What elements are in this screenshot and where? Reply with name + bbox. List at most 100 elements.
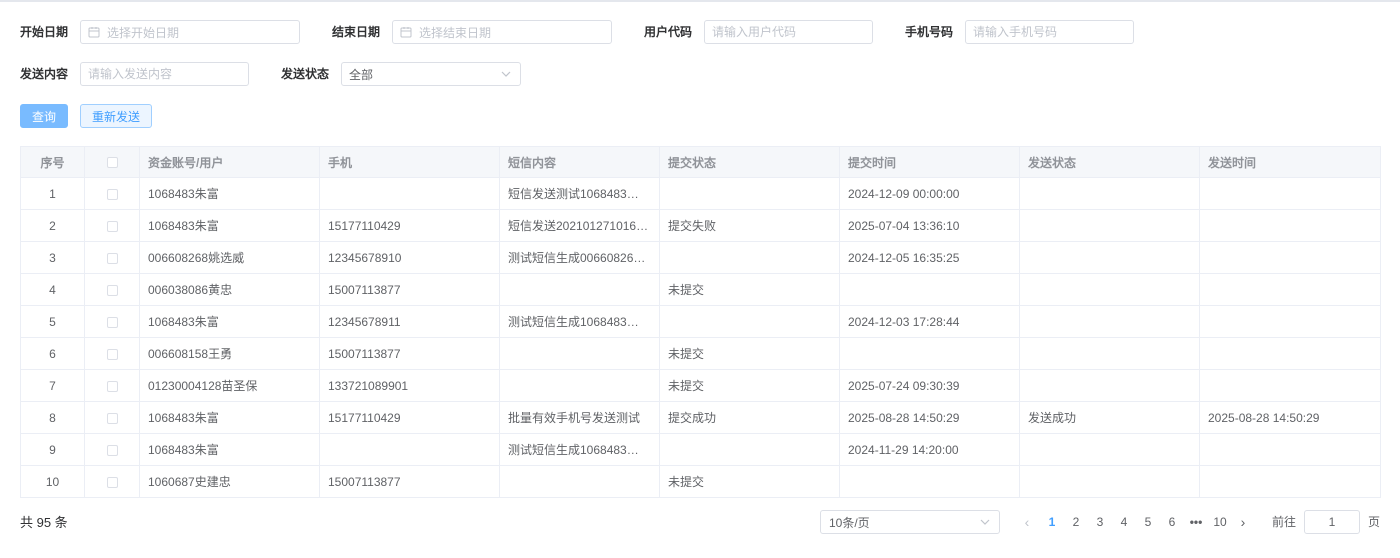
phone-input[interactable] (973, 22, 1133, 42)
cell-select[interactable] (84, 177, 140, 210)
table-row[interactable]: 7 01230004128苗圣保 133721089901 未提交 2025-0… (20, 369, 1381, 402)
cell-send-time: 2025-08-28 14:50:29 (1199, 401, 1381, 434)
page-5[interactable]: 5 (1140, 510, 1156, 534)
cell-content: 测试短信生成00660826… (499, 241, 660, 274)
resend-button[interactable]: 重新发送 (80, 104, 152, 128)
row-checkbox[interactable] (106, 380, 118, 392)
cell-account: 1068483朱富 (139, 177, 320, 210)
cell-phone: 12345678910 (319, 241, 500, 274)
start-date-placeholder: 选择开始日期 (107, 25, 180, 40)
cell-phone: 15007113877 (319, 465, 500, 498)
cell-select[interactable] (84, 369, 140, 402)
page-6[interactable]: 6 (1164, 510, 1180, 534)
page-size-value: 10条/页 (829, 515, 870, 530)
cell-submit-status (659, 241, 840, 274)
cell-content: 短信发送测试1068483… (499, 177, 660, 210)
table-row[interactable]: 2 1068483朱富 15177110429 短信发送202101271016… (20, 209, 1381, 242)
user-code-input[interactable] (712, 22, 872, 42)
row-checkbox[interactable] (106, 252, 118, 264)
content-label: 发送内容 (20, 67, 69, 81)
chevron-right-icon[interactable]: › (1236, 510, 1250, 534)
cell-content (499, 337, 660, 370)
cell-send-status (1019, 209, 1200, 242)
page-3[interactable]: 3 (1092, 510, 1108, 534)
cell-submit-status: 未提交 (659, 337, 840, 370)
cell-phone: 15007113877 (319, 273, 500, 306)
phone-field[interactable] (965, 20, 1134, 44)
select-all-checkbox[interactable] (106, 157, 118, 169)
query-button[interactable]: 查询 (20, 104, 68, 128)
cell-send-status (1019, 465, 1200, 498)
table-row[interactable]: 4 006038086黄忠 15007113877 未提交 (20, 273, 1381, 306)
row-checkbox[interactable] (106, 348, 118, 360)
cell-submit-status (659, 177, 840, 210)
row-checkbox[interactable] (106, 188, 118, 200)
content-field[interactable] (80, 62, 249, 86)
cell-select[interactable] (84, 401, 140, 434)
row-checkbox[interactable] (106, 412, 118, 424)
end-date-placeholder: 选择结束日期 (419, 25, 492, 40)
cell-phone (319, 433, 500, 466)
cell-send-status (1019, 273, 1200, 306)
table-row[interactable]: 10 1060687史建忠 15007113877 未提交 (20, 465, 1381, 498)
table-row[interactable]: 9 1068483朱富 测试短信生成1068483… 2024-11-29 14… (20, 433, 1381, 466)
start-date-picker[interactable]: 选择开始日期 (80, 20, 300, 44)
cell-select[interactable] (84, 433, 140, 466)
cell-phone: 15177110429 (319, 209, 500, 242)
page-4[interactable]: 4 (1116, 510, 1132, 534)
cell-send-time (1199, 241, 1381, 274)
row-checkbox[interactable] (106, 444, 118, 456)
cell-send-status (1019, 369, 1200, 402)
page-10[interactable]: 10 (1210, 510, 1230, 534)
cell-submit-time: 2024-11-29 14:20:00 (839, 433, 1020, 466)
cell-select[interactable] (84, 465, 140, 498)
table-row[interactable]: 6 006608158王勇 15007113877 未提交 (20, 337, 1381, 370)
cell-content: 短信发送202101271016… (499, 209, 660, 242)
cell-select[interactable] (84, 273, 140, 306)
content-input[interactable] (88, 64, 248, 84)
col-header-send-status: 发送状态 (1019, 146, 1200, 178)
page-ellipsis[interactable]: ••• (1186, 510, 1206, 534)
cell-content (499, 465, 660, 498)
start-date-label: 开始日期 (20, 25, 69, 39)
cell-send-status (1019, 241, 1200, 274)
page-1[interactable]: 1 (1044, 510, 1060, 534)
send-status-select[interactable]: 全部 (341, 62, 521, 86)
cell-send-status (1019, 177, 1200, 210)
row-checkbox[interactable] (106, 284, 118, 296)
page-2[interactable]: 2 (1068, 510, 1084, 534)
table-row[interactable]: 5 1068483朱富 12345678911 测试短信生成1068483… 2… (20, 305, 1381, 338)
calendar-icon (88, 27, 100, 38)
cell-select[interactable] (84, 337, 140, 370)
table-row[interactable]: 8 1068483朱富 15177110429 批量有效手机号发送测试 提交成功… (20, 401, 1381, 434)
cell-account: 1068483朱富 (139, 401, 320, 434)
row-checkbox[interactable] (106, 316, 118, 328)
cell-select[interactable] (84, 241, 140, 274)
send-status-label: 发送状态 (281, 67, 330, 81)
cell-send-status (1019, 433, 1200, 466)
page-size-select[interactable]: 10条/页 (820, 510, 1000, 534)
cell-submit-time: 2025-07-04 13:36:10 (839, 209, 1020, 242)
cell-send-status (1019, 337, 1200, 370)
row-checkbox[interactable] (106, 220, 118, 232)
cell-index: 6 (20, 337, 85, 370)
cell-select[interactable] (84, 209, 140, 242)
end-date-picker[interactable]: 选择结束日期 (392, 20, 612, 44)
table-row[interactable]: 1 1068483朱富 短信发送测试1068483… 2024-12-09 00… (20, 177, 1381, 210)
table-row[interactable]: 3 006608268姚选威 12345678910 测试短信生成0066082… (20, 241, 1381, 274)
cell-send-time (1199, 177, 1381, 210)
cell-submit-time: 2024-12-09 00:00:00 (839, 177, 1020, 210)
cell-send-time (1199, 337, 1381, 370)
user-code-field[interactable] (704, 20, 873, 44)
cell-select[interactable] (84, 305, 140, 338)
cell-index: 1 (20, 177, 85, 210)
chevron-left-icon[interactable]: ‹ (1020, 510, 1034, 534)
col-header-phone: 手机 (319, 146, 500, 178)
cell-send-time (1199, 369, 1381, 402)
col-header-select-all[interactable] (84, 146, 140, 178)
cell-content (499, 369, 660, 402)
cell-account: 006608158王勇 (139, 337, 320, 370)
row-checkbox[interactable] (106, 476, 118, 488)
goto-page-input[interactable]: 1 (1304, 510, 1360, 534)
cell-index: 4 (20, 273, 85, 306)
